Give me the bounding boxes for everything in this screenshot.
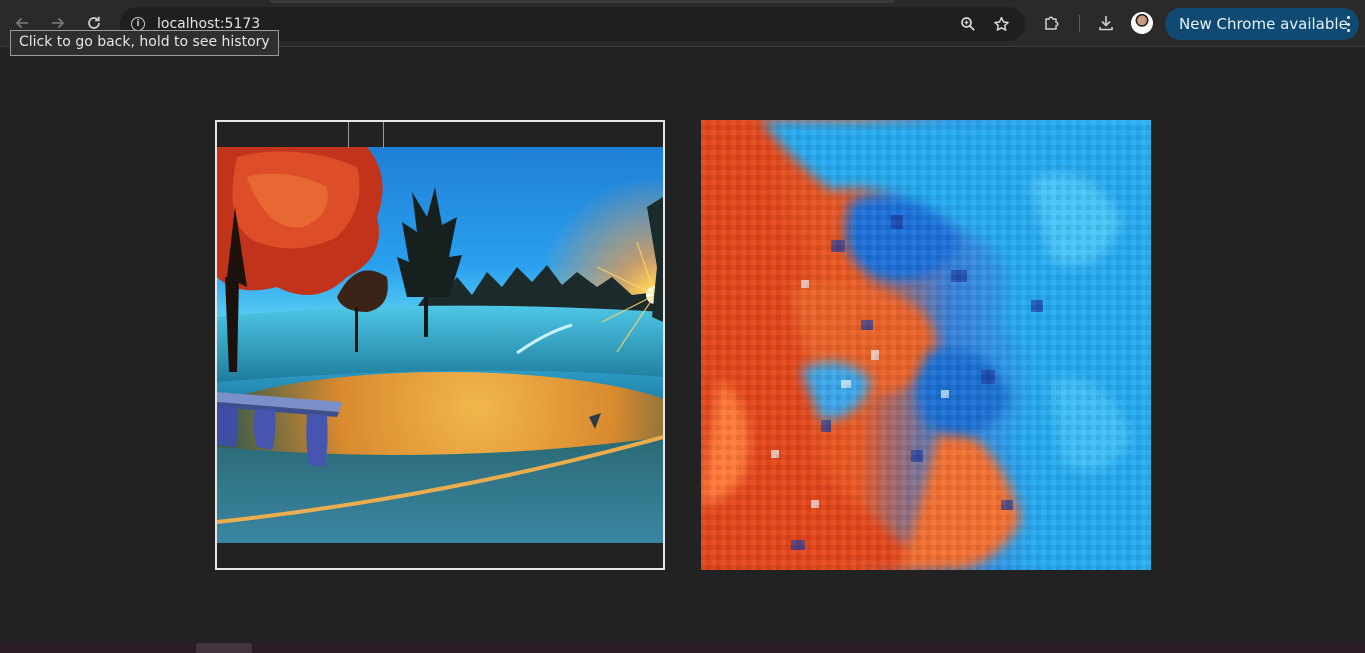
zoom-button[interactable]	[958, 14, 978, 34]
park-sunset-image[interactable]	[217, 147, 663, 543]
reload-icon	[88, 16, 100, 29]
downloads-button[interactable]	[1095, 12, 1117, 34]
puzzle-icon	[1045, 16, 1059, 30]
arrow-right-icon	[52, 17, 65, 29]
extensions-button[interactable]	[1041, 12, 1063, 34]
taskbar-app-item[interactable]	[196, 643, 252, 653]
update-label: New Chrome available	[1179, 15, 1348, 33]
bookmark-button[interactable]	[991, 14, 1011, 34]
back-tooltip: Click to go back, hold to see history	[10, 30, 279, 56]
crop-marker[interactable]	[348, 122, 384, 148]
avatar[interactable]	[1131, 12, 1153, 34]
zoomed-preview-image[interactable]	[701, 120, 1151, 570]
new-chrome-available-button[interactable]: New Chrome available	[1165, 8, 1359, 40]
tab-strip	[270, 0, 895, 3]
info-icon: i	[131, 17, 145, 31]
source-image-frame[interactable]	[215, 120, 665, 570]
zoom-icon	[961, 17, 975, 31]
star-icon	[993, 16, 1009, 31]
os-taskbar	[0, 641, 1365, 653]
toolbar-divider	[1079, 15, 1080, 32]
kebab-icon[interactable]	[1346, 16, 1350, 32]
download-icon	[1099, 16, 1113, 31]
arrow-left-icon	[15, 17, 28, 29]
